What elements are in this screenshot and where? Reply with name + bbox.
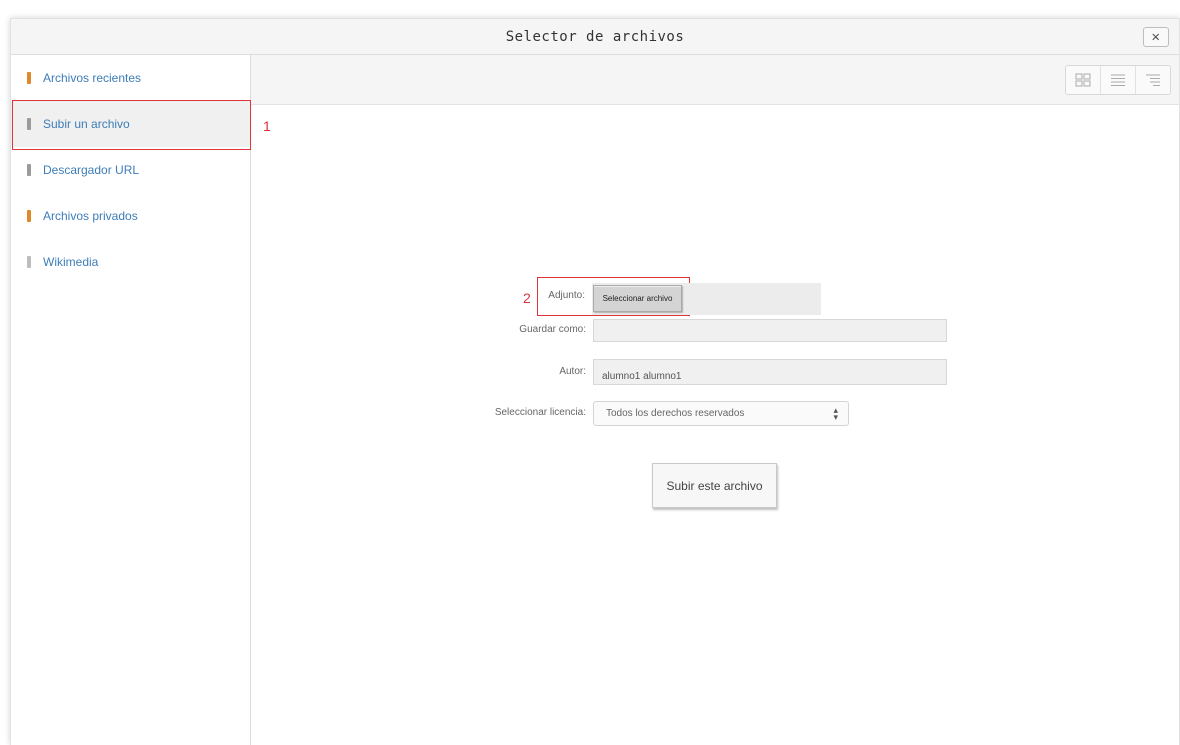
list-view-button[interactable] (1101, 66, 1136, 94)
list-view-icon (1111, 74, 1125, 86)
save-as-input[interactable] (593, 319, 947, 342)
license-label: Seleccionar licencia: (494, 407, 586, 418)
author-label: Autor: (559, 366, 586, 377)
wikimedia-icon (27, 256, 31, 268)
sidebar-item-recent-files[interactable]: Archivos recientes (11, 55, 250, 101)
upload-submit-button[interactable]: Subir este archivo (652, 463, 777, 508)
choose-file-button[interactable]: Seleccionar archivo (593, 285, 682, 312)
close-button[interactable]: ✕ (1143, 27, 1169, 47)
private-files-icon (27, 210, 31, 222)
icons-view-icon (1075, 73, 1091, 87)
annotation-number-1: 1 (263, 118, 271, 134)
dialog-title: Selector de archivos (505, 28, 685, 45)
close-icon: ✕ (1151, 29, 1161, 45)
icons-view-button[interactable] (1066, 66, 1101, 94)
tree-view-button[interactable] (1136, 66, 1170, 94)
sidebar-item-url-downloader[interactable]: Descargador URL (11, 147, 250, 193)
tree-view-icon (1146, 74, 1160, 86)
sidebar-item-private-files[interactable]: Archivos privados (11, 193, 250, 239)
license-select[interactable]: Todos los derechos reservados ▴ ▾ (593, 401, 849, 426)
attachment-label: Adjunto: (548, 290, 585, 301)
sidebar-item-label: Wikimedia (43, 255, 99, 269)
repository-sidebar: Archivos recientes Subir un archivo Desc… (11, 55, 251, 745)
recent-files-icon (27, 72, 31, 84)
view-toolbar (251, 55, 1179, 105)
url-download-icon (27, 164, 31, 176)
view-switcher (1065, 65, 1171, 95)
sidebar-item-label: Archivos privados (43, 209, 138, 223)
select-arrows-icon: ▴ ▾ (833, 405, 838, 422)
annotation-box-1 (12, 100, 251, 150)
sidebar-item-label: Archivos recientes (43, 71, 142, 85)
license-selected-value: Todos los derechos reservados (606, 408, 745, 419)
save-as-label: Guardar como: (519, 324, 586, 335)
dialog-titlebar: Selector de archivos ✕ (11, 19, 1179, 55)
sidebar-item-label: Descargador URL (43, 163, 140, 177)
author-input[interactable]: alumno1 alumno1 (593, 359, 947, 385)
sidebar-item-wikimedia[interactable]: Wikimedia (11, 239, 250, 285)
